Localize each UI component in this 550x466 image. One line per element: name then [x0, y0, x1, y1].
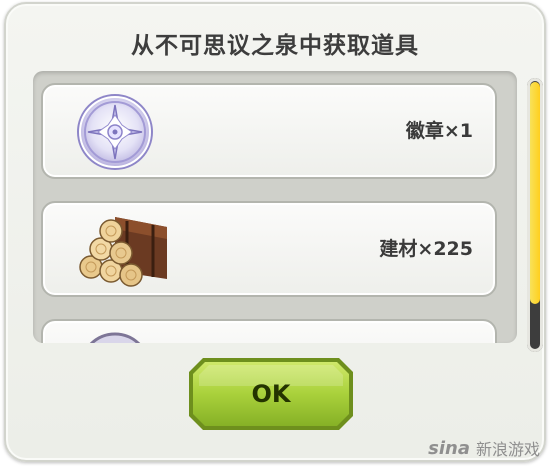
- reward-item-materials: 建材×225: [41, 201, 497, 297]
- sina-watermark: sina 新浪游戏: [428, 436, 540, 460]
- reward-item-partial: [41, 319, 497, 343]
- dialog-title: 从不可思议之泉中获取道具: [131, 33, 419, 59]
- crystal-badge-icon: [75, 91, 171, 173]
- scrollbar[interactable]: [527, 78, 543, 352]
- log-bundle-icon: [75, 209, 171, 291]
- reward-list[interactable]: 徽章×1 建材×225: [33, 71, 517, 343]
- scrollbar-thumb[interactable]: [530, 82, 540, 304]
- reward-item-label: 徽章×1: [405, 120, 473, 142]
- reward-item-label: 建材×225: [379, 238, 473, 260]
- watermark-text: 新浪游戏: [475, 440, 540, 459]
- sina-logo: sina: [428, 437, 470, 459]
- partially-visible-item-icon: [75, 327, 171, 343]
- ok-button-label: OK: [251, 380, 291, 408]
- ok-button[interactable]: OK: [187, 356, 355, 432]
- reward-item-badge: 徽章×1: [41, 83, 497, 179]
